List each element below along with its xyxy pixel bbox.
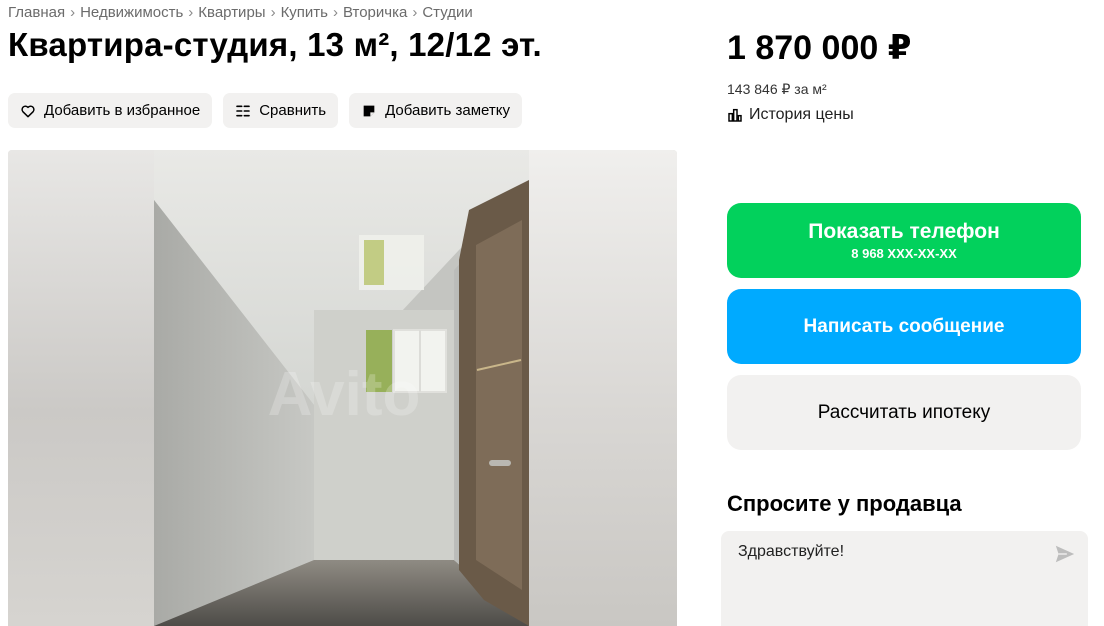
note-icon bbox=[363, 105, 375, 116]
breadcrumb-item-home[interactable]: Главная bbox=[8, 4, 65, 21]
ask-seller-title: Спросите у продавца bbox=[727, 491, 962, 516]
compare-label: Сравнить bbox=[259, 102, 327, 119]
gallery-blur-right bbox=[529, 150, 677, 626]
page-title: Квартира-студия, 13 м², 12/12 эт. bbox=[8, 26, 542, 63]
photo-gallery[interactable]: Avito bbox=[8, 150, 677, 626]
price-per-m2: 143 846 ₽ за м² bbox=[727, 81, 827, 97]
heart-icon bbox=[21, 104, 35, 117]
breadcrumb-item-apartments[interactable]: Квартиры bbox=[198, 4, 265, 21]
breadcrumb-separator: › bbox=[188, 4, 194, 21]
breadcrumb-item-secondary[interactable]: Вторичка bbox=[343, 4, 407, 21]
calculate-mortgage-label: Рассчитать ипотеку bbox=[817, 401, 991, 423]
send-icon[interactable] bbox=[1054, 543, 1076, 565]
listing-photo[interactable]: Avito bbox=[154, 150, 529, 626]
breadcrumb-separator: › bbox=[333, 4, 338, 21]
add-to-favorites-button[interactable]: Добавить в избранное bbox=[8, 93, 213, 128]
listing-actions: Добавить в избранное Сравнить Добавить з… bbox=[8, 93, 522, 128]
price-history-label: История цены bbox=[749, 106, 854, 123]
compare-icon bbox=[236, 105, 251, 116]
breadcrumb-separator: › bbox=[70, 4, 76, 21]
breadcrumb-item-buy[interactable]: Купить bbox=[281, 4, 328, 21]
breadcrumb: Главная › Недвижимость › Квартиры › Купить › Вто… bbox=[8, 4, 473, 21]
chart-icon bbox=[728, 108, 742, 122]
price-history-link[interactable]: История цены bbox=[727, 106, 854, 124]
calculate-mortgage-button[interactable]: Рассчитать ипотеку bbox=[727, 375, 1081, 450]
breadcrumb-separator: › bbox=[412, 4, 418, 21]
write-message-button[interactable]: Написать сообщение bbox=[727, 289, 1081, 364]
breadcrumb-separator: › bbox=[270, 4, 276, 21]
add-to-favorites-label: Добавить в избранное bbox=[44, 102, 201, 119]
message-box: Здравствуйте! bbox=[721, 531, 1088, 626]
show-phone-label: Показать телефон bbox=[808, 220, 1000, 243]
show-phone-button[interactable]: Показать телефон 8 968 XXX-XX-XX bbox=[727, 203, 1081, 278]
add-note-label: Добавить заметку bbox=[385, 102, 510, 119]
gallery-blur-left bbox=[8, 150, 154, 626]
price: 1 870 000 ₽ bbox=[727, 29, 912, 67]
avito-watermark: Avito bbox=[268, 360, 421, 429]
write-message-label: Написать сообщение bbox=[803, 315, 1005, 337]
breadcrumb-item-studios[interactable]: Студии bbox=[422, 4, 472, 21]
phone-number: 8 968 XXX-XX-XX bbox=[851, 246, 957, 261]
add-note-button[interactable]: Добавить заметку bbox=[349, 93, 522, 128]
compare-button[interactable]: Сравнить bbox=[223, 93, 339, 128]
message-input[interactable]: Здравствуйте! bbox=[738, 543, 1040, 613]
breadcrumb-item-realty[interactable]: Недвижимость bbox=[80, 4, 183, 21]
